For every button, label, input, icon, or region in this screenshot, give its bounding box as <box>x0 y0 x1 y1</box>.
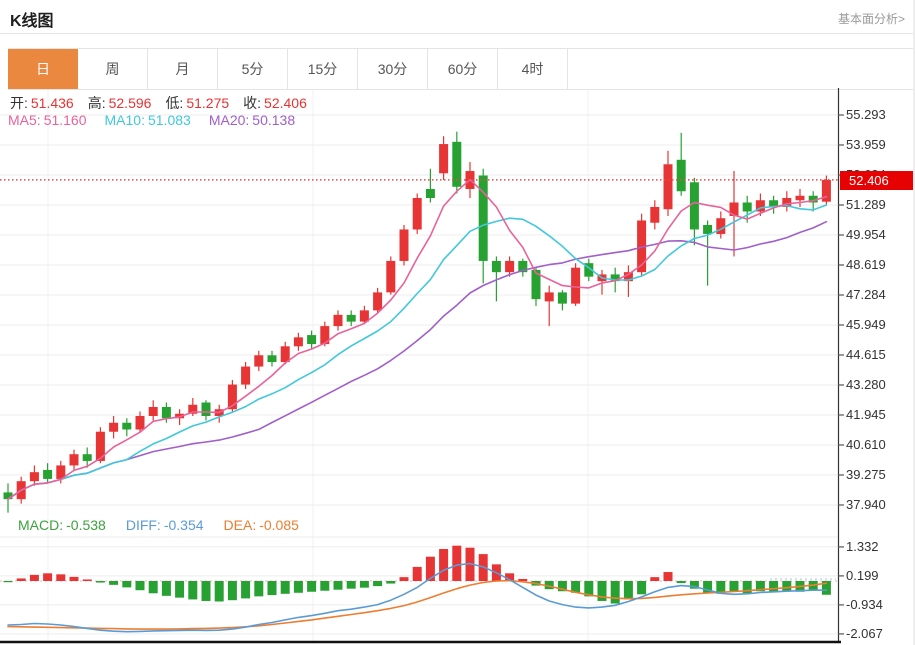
ohlc-low: 低: 51.275 <box>165 95 230 111</box>
price-tick-label: 48.619 <box>846 256 886 272</box>
ohlc-close: 收: 52.406 <box>243 95 307 111</box>
price-tick-label: 43.280 <box>846 376 886 392</box>
ma10-value: MA10: 51.083 <box>104 112 191 128</box>
macd-value: MACD: -0.538 <box>18 517 106 533</box>
price-tick-label: 41.945 <box>846 406 886 422</box>
price-tick-label: 47.284 <box>846 286 886 302</box>
price-tick-label: 39.275 <box>846 466 886 482</box>
macd-tick-label: -2.067 <box>846 625 883 641</box>
price-tick-label: 40.610 <box>846 436 886 452</box>
macd-tick-label: 0.199 <box>846 567 879 583</box>
current-price-badge: 52.406 <box>840 171 913 190</box>
macd-tick-label: 1.332 <box>846 538 879 554</box>
price-tick-label: 55.293 <box>846 107 886 122</box>
ma-legend: MA5: 51.160 MA10: 51.083 MA20: 50.138 <box>8 112 295 128</box>
macd-legend: MACD: -0.538 DIFF: -0.354 DEA: -0.085 <box>18 517 299 533</box>
ohlc-open: 开: 51.436 <box>10 95 74 111</box>
price-tick-label: 51.289 <box>846 196 886 212</box>
ma20-value: MA20: 50.138 <box>208 112 296 128</box>
price-tick-label: 53.959 <box>846 136 886 152</box>
diff-value: DIFF: -0.354 <box>125 517 204 533</box>
kline-chart-panel: K线图 基本面分析> 日周月 5分 15分 30分 60分 4时 开: 51.436 高: 52… <box>0 0 915 645</box>
ma5-value: MA5: 51.160 <box>8 112 87 128</box>
macd-tick-label: -0.934 <box>846 596 883 612</box>
ohlc-legend: 开: 51.436 高: 52.596 低: 51.275 收: 52.406 <box>10 93 307 113</box>
price-tick-label: 45.949 <box>846 317 886 332</box>
ohlc-high: 高: 52.596 <box>87 95 152 111</box>
price-tick-label: 37.940 <box>846 497 886 512</box>
price-tick-label: 49.954 <box>846 226 886 242</box>
price-tick-label: 44.615 <box>846 346 886 362</box>
dea-value: DEA: -0.085 <box>223 517 299 533</box>
